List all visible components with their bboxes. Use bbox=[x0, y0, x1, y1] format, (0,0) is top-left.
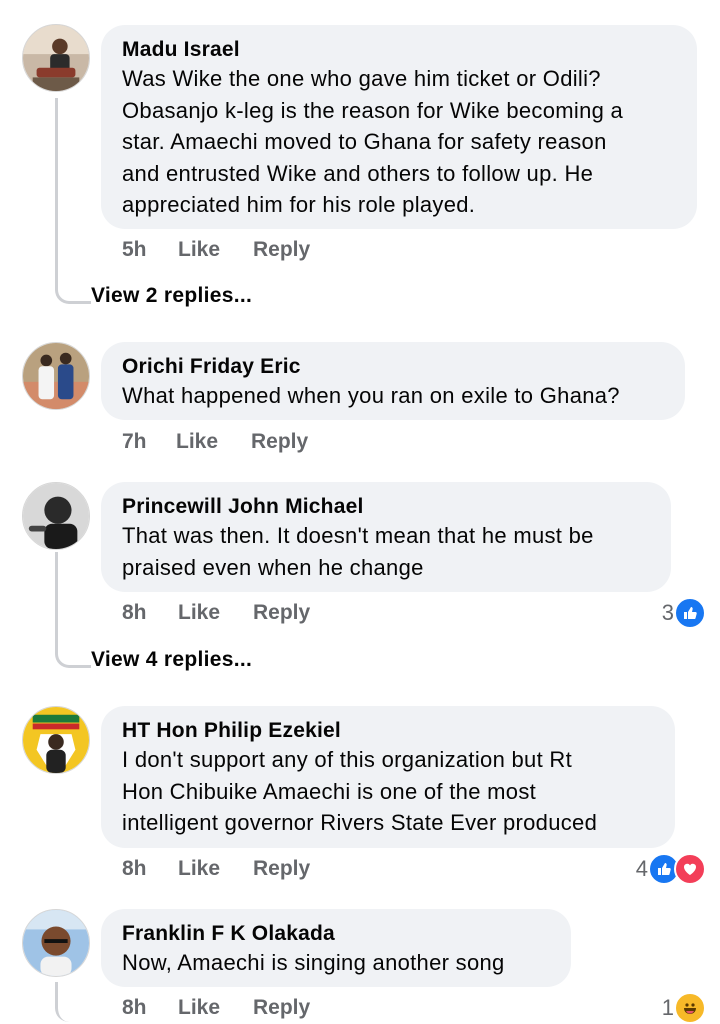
comment-timestamp[interactable]: 8h bbox=[122, 996, 178, 1020]
like-reaction-icon bbox=[674, 597, 706, 629]
comment-text-line: and entrusted Wike and others to follow … bbox=[122, 160, 594, 186]
avatar-photo-icon bbox=[23, 483, 89, 549]
comment-text-line: Obasanjo k-leg is the reason for Wike be… bbox=[122, 97, 624, 123]
comment-actions: 7h Like Reply bbox=[122, 430, 308, 454]
avatar[interactable] bbox=[22, 482, 90, 550]
reply-button[interactable]: Reply bbox=[253, 601, 310, 625]
comment-actions: 8h Like Reply bbox=[122, 601, 310, 625]
comment-text-line: What happened when you ran on exile to G… bbox=[122, 383, 620, 408]
comment-timestamp[interactable]: 7h bbox=[122, 430, 176, 454]
reply-button[interactable]: Reply bbox=[251, 430, 308, 454]
avatar[interactable] bbox=[22, 342, 90, 410]
reaction-count: 4 bbox=[635, 856, 648, 881]
comment-text-line: Was Wike the one who gave him ticket or … bbox=[122, 66, 601, 91]
comment-author[interactable]: Princewill John Michael bbox=[122, 494, 650, 520]
comment-author[interactable]: Orichi Friday Eric bbox=[122, 354, 664, 380]
reaction-summary[interactable]: 1 bbox=[662, 992, 706, 1024]
comment-text-line: I don't support any of this organization… bbox=[122, 747, 573, 772]
comment-timestamp[interactable]: 5h bbox=[122, 238, 178, 262]
comment-author[interactable]: Madu Israel bbox=[122, 37, 676, 63]
comment-bubble: Madu Israel Was Wike the one who gave hi… bbox=[101, 25, 697, 229]
reaction-count: 3 bbox=[661, 600, 674, 625]
reply-thread-line bbox=[55, 552, 91, 668]
comment-text-line: Now, Amaechi is singing another song bbox=[122, 950, 505, 975]
like-button[interactable]: Like bbox=[178, 601, 253, 625]
avatar-photo-icon bbox=[23, 25, 89, 91]
comment-text-line: That was then. It doesn't mean that he m… bbox=[122, 523, 594, 548]
comment-bubble: Orichi Friday Eric What happened when yo… bbox=[101, 342, 685, 420]
avatar-photo-icon bbox=[23, 910, 89, 976]
haha-reaction-icon bbox=[674, 992, 706, 1024]
reply-thread-line bbox=[55, 982, 91, 1022]
like-button[interactable]: Like bbox=[178, 857, 253, 881]
comment-bubble: HT Hon Philip Ezekiel I don't support an… bbox=[101, 706, 675, 848]
comment-bubble: Princewill John Michael That was then. I… bbox=[101, 482, 671, 592]
like-button[interactable]: Like bbox=[178, 996, 253, 1020]
reaction-summary[interactable]: 3 bbox=[662, 597, 706, 629]
comment-text-line: appreciated him for his role played. bbox=[122, 192, 476, 217]
reaction-summary[interactable]: 4 bbox=[636, 853, 706, 885]
comment-timestamp[interactable]: 8h bbox=[122, 857, 178, 881]
like-button[interactable]: Like bbox=[176, 430, 251, 454]
comment-text-line: praised even when he change bbox=[122, 554, 424, 580]
comment-actions: 5h Like Reply bbox=[122, 238, 310, 262]
reaction-count: 1 bbox=[661, 995, 674, 1020]
love-reaction-icon bbox=[674, 853, 706, 885]
like-button[interactable]: Like bbox=[178, 238, 253, 262]
comment-bubble: Franklin F K Olakada Now, Amaechi is sin… bbox=[101, 909, 571, 987]
avatar[interactable] bbox=[22, 909, 90, 977]
reply-button[interactable]: Reply bbox=[253, 238, 310, 262]
view-replies-link[interactable]: View 4 replies... bbox=[91, 648, 252, 672]
comment-actions: 8h Like Reply bbox=[122, 996, 310, 1020]
view-replies-link[interactable]: View 2 replies... bbox=[91, 284, 252, 308]
comment-author[interactable]: Franklin F K Olakada bbox=[122, 921, 550, 947]
comment-timestamp[interactable]: 8h bbox=[122, 601, 178, 625]
avatar-photo-icon bbox=[23, 343, 89, 409]
reply-button[interactable]: Reply bbox=[253, 996, 310, 1020]
comment-actions: 8h Like Reply bbox=[122, 857, 310, 881]
reply-thread-line bbox=[55, 98, 91, 304]
comment-text-line: star. Amaechi moved to Ghana for safety … bbox=[122, 129, 607, 154]
avatar[interactable] bbox=[22, 24, 90, 92]
comment-text-line: intelligent governor Rivers State Ever p… bbox=[122, 810, 598, 835]
avatar[interactable] bbox=[22, 706, 90, 774]
reply-button[interactable]: Reply bbox=[253, 857, 310, 881]
avatar-photo-icon bbox=[23, 707, 89, 773]
comment-text-line: Hon Chibuike Amaechi is one of the most bbox=[122, 778, 537, 804]
comment-author[interactable]: HT Hon Philip Ezekiel bbox=[122, 718, 654, 744]
